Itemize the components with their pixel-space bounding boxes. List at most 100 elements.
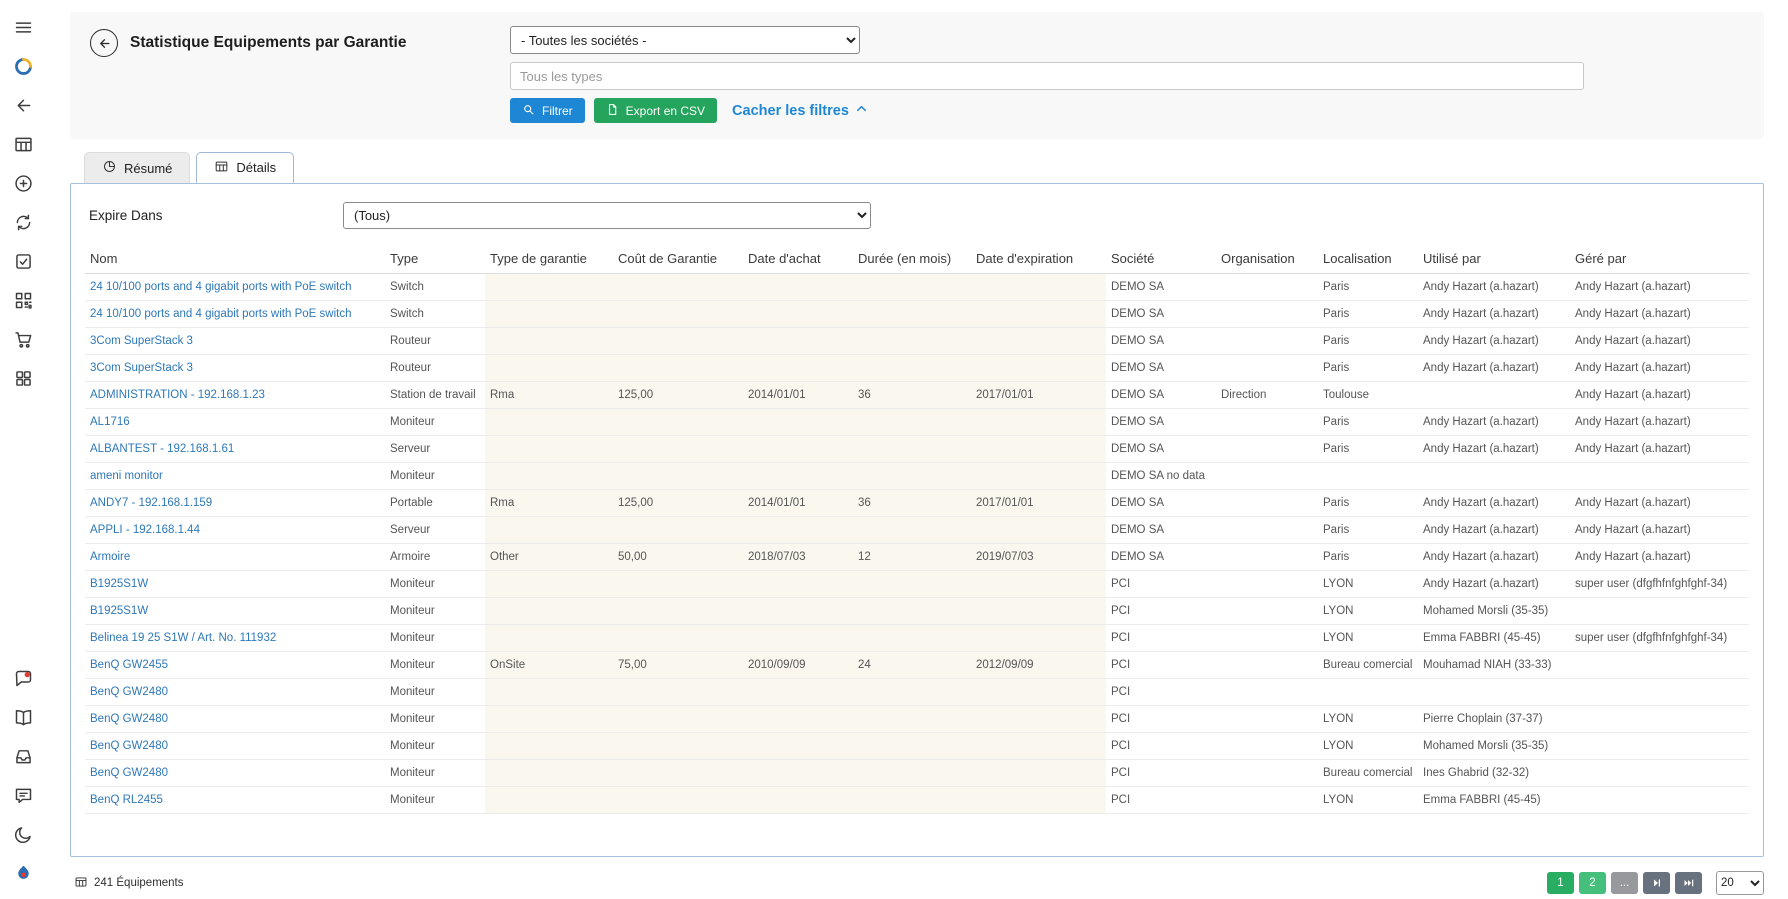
cell: 2010/09/09	[743, 652, 853, 679]
cell	[853, 625, 971, 652]
equipment-name-link[interactable]: BenQ GW2455	[90, 659, 168, 671]
equipment-name-link[interactable]: ALBANTEST - 192.168.1.61	[90, 443, 234, 455]
column-header[interactable]: Date d'expiration	[971, 245, 1106, 274]
page-size-select[interactable]: 20	[1716, 871, 1764, 895]
equipment-name-link[interactable]: AL1716	[90, 416, 130, 428]
equipment-name-link[interactable]: Armoire	[90, 551, 130, 563]
cell	[1318, 463, 1418, 490]
column-header[interactable]: Type	[385, 245, 485, 274]
equipment-name-link[interactable]: BenQ GW2480	[90, 740, 168, 752]
support-chat-icon[interactable]	[5, 661, 41, 696]
cell: 36	[853, 382, 971, 409]
cell	[1570, 652, 1749, 679]
cell: Switch	[385, 274, 485, 301]
cell	[971, 436, 1106, 463]
back-button[interactable]	[90, 29, 118, 57]
next-page-button[interactable]	[1643, 872, 1670, 894]
equipment-name-link[interactable]: APPLI - 192.168.1.44	[90, 524, 200, 536]
equipment-name-link[interactable]: B1925S1W	[90, 605, 148, 617]
export-csv-button[interactable]: Export en CSV	[594, 98, 717, 123]
back-arrow-icon[interactable]	[5, 88, 41, 123]
column-header[interactable]: Géré par	[1570, 245, 1749, 274]
tab-details-label: Détails	[236, 160, 276, 175]
apps-grid-icon[interactable]	[5, 361, 41, 396]
column-header[interactable]: Utilisé par	[1418, 245, 1570, 274]
cell	[1418, 463, 1570, 490]
cell	[485, 760, 613, 787]
page-2-button[interactable]: 2	[1579, 872, 1606, 894]
cell: Paris	[1318, 544, 1418, 571]
equipment-name-link[interactable]: BenQ RL2455	[90, 794, 163, 806]
column-header[interactable]: Nom	[85, 245, 385, 274]
column-header[interactable]: Date d'achat	[743, 245, 853, 274]
menu-icon[interactable]	[5, 10, 41, 45]
equipment-name-link[interactable]: 24 10/100 ports and 4 gigabit ports with…	[90, 281, 351, 293]
inbox-icon[interactable]	[5, 739, 41, 774]
cell	[971, 409, 1106, 436]
expire-select[interactable]: (Tous)	[343, 202, 871, 229]
hide-filters-link[interactable]: Cacher les filtres	[732, 101, 869, 120]
cart-icon[interactable]	[5, 322, 41, 357]
column-header[interactable]: Organisation	[1216, 245, 1318, 274]
tab-details[interactable]: Détails	[196, 152, 294, 183]
equipment-name-link[interactable]: ADMINISTRATION - 192.168.1.23	[90, 389, 265, 401]
page-ellipsis-button[interactable]: ...	[1611, 872, 1638, 894]
cell: Andy Hazart (a.hazart)	[1418, 436, 1570, 463]
add-circle-icon[interactable]	[5, 166, 41, 201]
table-icon[interactable]	[5, 127, 41, 162]
tab-resume[interactable]: Résumé	[84, 152, 190, 183]
company-select[interactable]: - Toutes les sociétés -	[510, 26, 860, 54]
cell: OnSite	[485, 652, 613, 679]
filter-button[interactable]: Filtrer	[510, 98, 585, 123]
types-input[interactable]	[510, 62, 1584, 90]
table-row: BenQ GW2480MoniteurPCILYONMohamed Morsli…	[85, 733, 1749, 760]
table-row: Belinea 19 25 S1W / Art. No. 111932Monit…	[85, 625, 1749, 652]
column-header[interactable]: Société	[1106, 245, 1216, 274]
table-row: AL1716MoniteurDEMO SAParisAndy Hazart (a…	[85, 409, 1749, 436]
qrcode-icon[interactable]	[5, 283, 41, 318]
equipment-name-link[interactable]: Belinea 19 25 S1W / Art. No. 111932	[90, 632, 276, 644]
dark-mode-icon[interactable]	[5, 817, 41, 852]
cell	[1570, 706, 1749, 733]
cell	[743, 355, 853, 382]
cell	[485, 301, 613, 328]
sync-icon[interactable]	[5, 205, 41, 240]
app-logo-icon[interactable]	[5, 49, 41, 84]
equipment-name-link[interactable]: ANDY7 - 192.168.1.159	[90, 497, 212, 509]
cell	[613, 679, 743, 706]
column-header[interactable]: Durée (en mois)	[853, 245, 971, 274]
equipment-name-link[interactable]: BenQ GW2480	[90, 767, 168, 779]
cell: Bureau comercial	[1318, 652, 1418, 679]
book-icon[interactable]	[5, 700, 41, 735]
cell: LYON	[1318, 733, 1418, 760]
cell: 125,00	[613, 382, 743, 409]
cell: Pierre Choplain (37-37)	[1418, 706, 1570, 733]
column-header[interactable]: Localisation	[1318, 245, 1418, 274]
column-header[interactable]: Coût de Garantie	[613, 245, 743, 274]
cell	[743, 706, 853, 733]
cell	[1216, 436, 1318, 463]
column-header[interactable]: Type de garantie	[485, 245, 613, 274]
equipment-count-label: 241 Équipements	[94, 877, 184, 889]
last-page-button[interactable]	[1675, 872, 1702, 894]
cell: PCI	[1106, 571, 1216, 598]
comment-icon[interactable]	[5, 778, 41, 813]
cell	[1570, 679, 1749, 706]
hide-filters-label: Cacher les filtres	[732, 103, 849, 119]
equipment-name-link[interactable]: BenQ GW2480	[90, 686, 168, 698]
equipment-name-link[interactable]: ameni monitor	[90, 470, 163, 482]
cell: LYON	[1318, 787, 1418, 814]
equipment-name-link[interactable]: B1925S1W	[90, 578, 148, 590]
page-1-button[interactable]: 1	[1547, 872, 1574, 894]
cell: DEMO SA	[1106, 436, 1216, 463]
cell	[971, 517, 1106, 544]
equipment-name-cell: APPLI - 192.168.1.44	[85, 517, 385, 544]
equipment-name-link[interactable]: 24 10/100 ports and 4 gigabit ports with…	[90, 308, 351, 320]
equipment-name-link[interactable]: 3Com SuperStack 3	[90, 362, 193, 374]
equipment-name-link[interactable]: BenQ GW2480	[90, 713, 168, 725]
cell: Paris	[1318, 301, 1418, 328]
equipment-name-link[interactable]: 3Com SuperStack 3	[90, 335, 193, 347]
brand-icon[interactable]	[5, 856, 41, 891]
tasks-check-icon[interactable]	[5, 244, 41, 279]
cell	[1570, 598, 1749, 625]
